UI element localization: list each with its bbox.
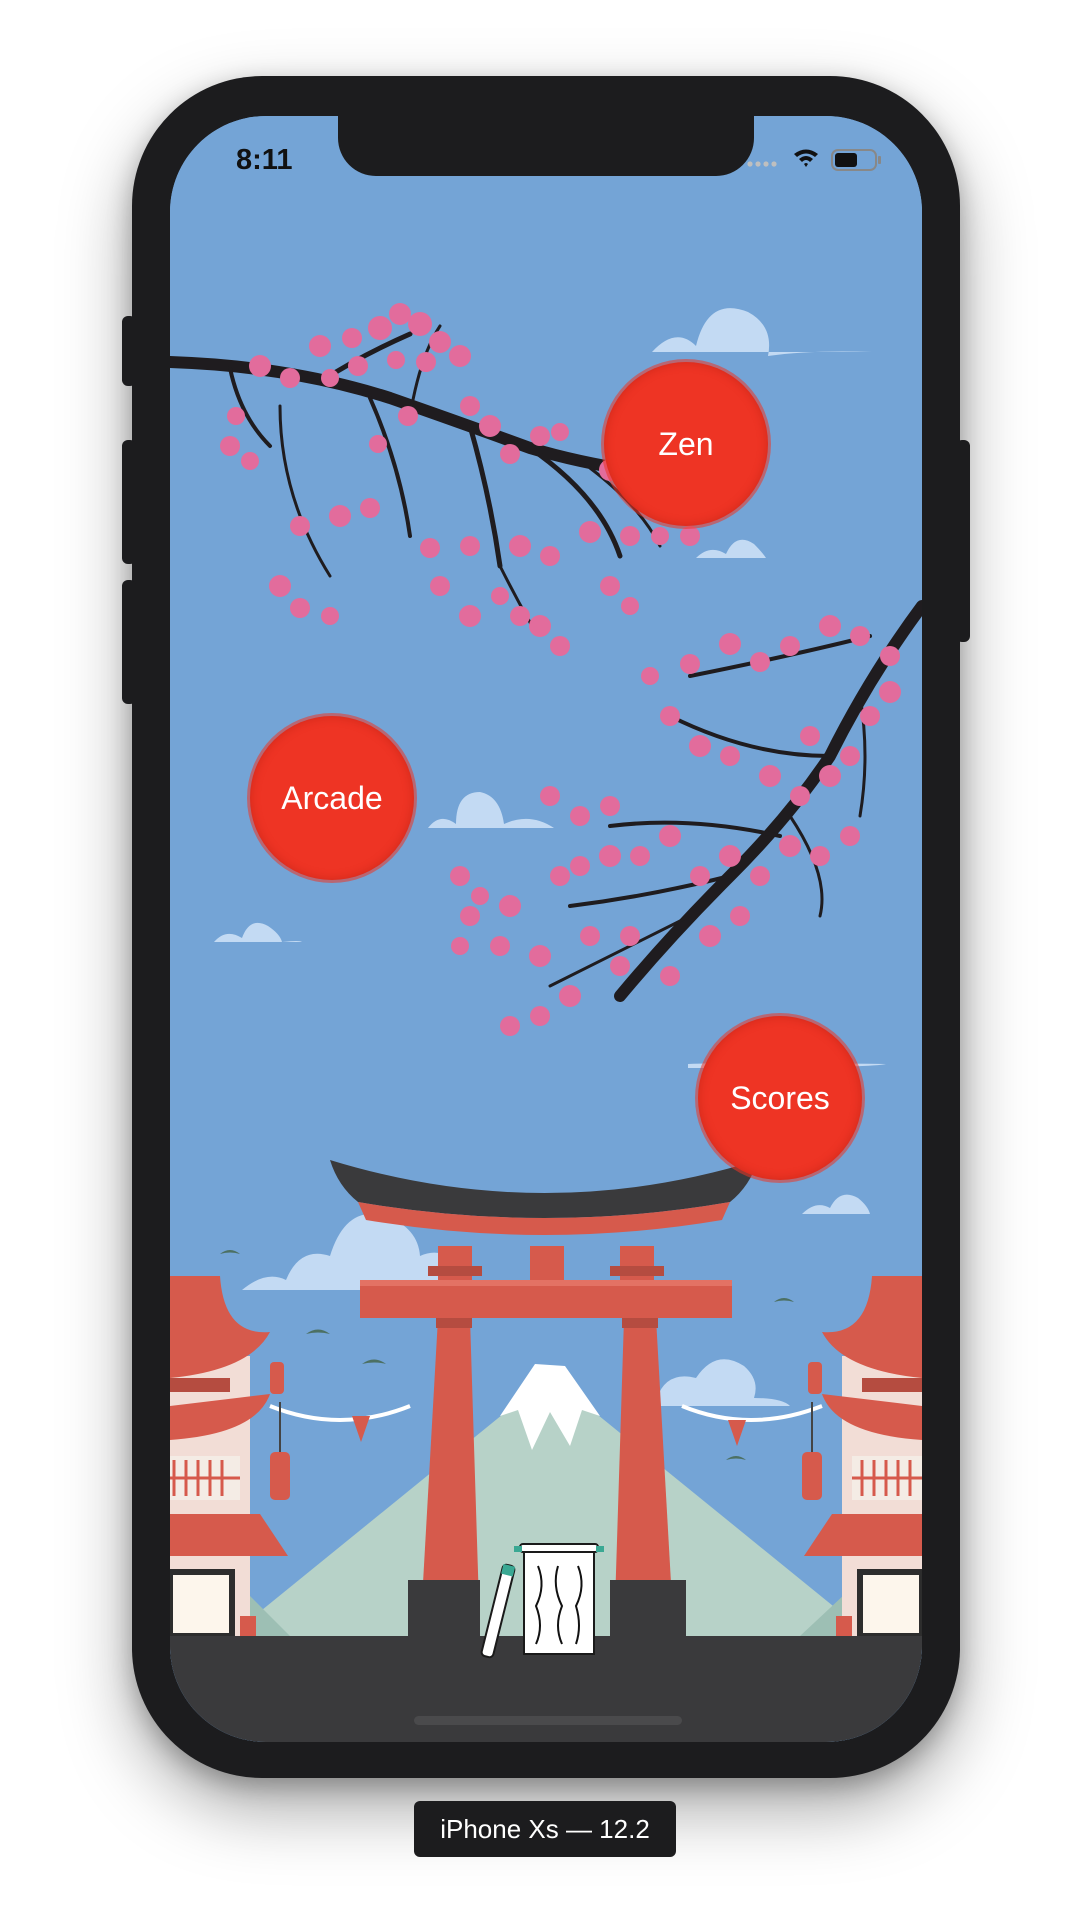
japanese-scene-background: [170, 116, 922, 1742]
volume-up-button: [122, 440, 136, 564]
power-button: [956, 440, 970, 642]
status-icons: [744, 146, 894, 172]
battery-icon: [831, 149, 881, 171]
screen: 8:11 Zen Arcade Scores: [170, 116, 922, 1742]
scores-button[interactable]: Scores: [698, 1016, 862, 1180]
status-time: 8:11: [236, 144, 293, 176]
mute-switch: [122, 316, 136, 386]
volume-down-button: [122, 580, 136, 704]
arcade-button[interactable]: Arcade: [250, 716, 414, 880]
home-indicator[interactable]: [414, 1716, 682, 1725]
wifi-icon: [794, 149, 818, 167]
signal-icon: [747, 161, 777, 167]
zen-button[interactable]: Zen: [604, 362, 768, 526]
scroll-icon: [514, 1543, 604, 1655]
device-label: iPhone Xs — 12.2: [414, 1801, 676, 1857]
device-notch: [338, 116, 754, 176]
